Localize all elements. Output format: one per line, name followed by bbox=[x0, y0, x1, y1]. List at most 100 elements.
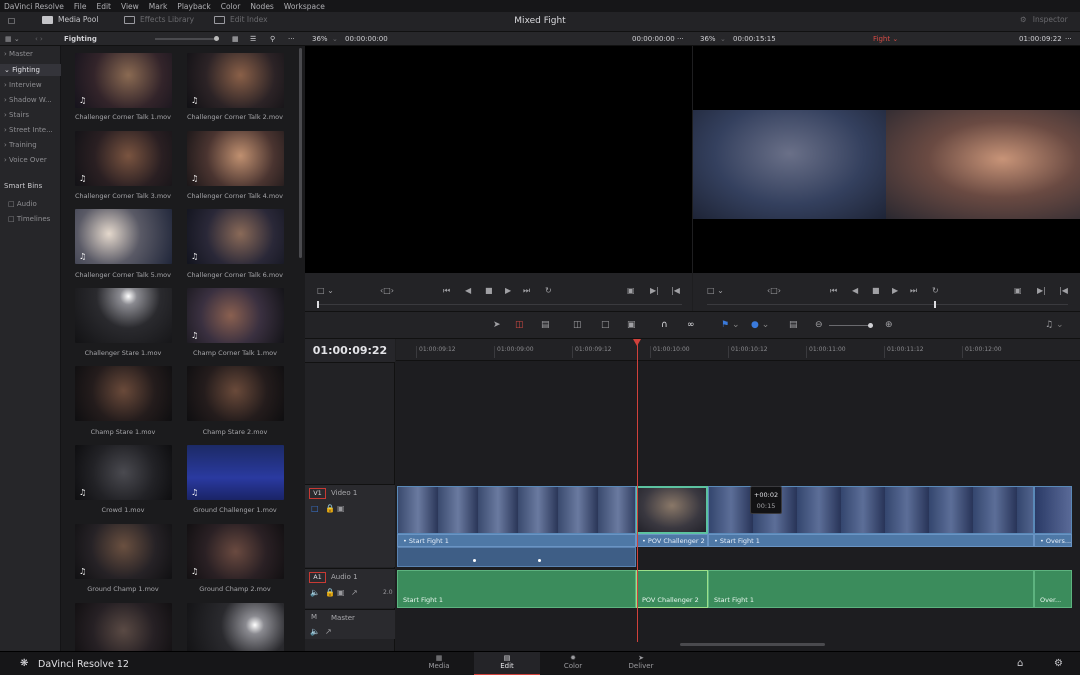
timeline-ruler[interactable]: 01:00:09:12 01:00:09:00 01:00:09:12 01:0… bbox=[396, 339, 1080, 361]
clip-thumbnail[interactable] bbox=[75, 288, 172, 343]
mark-out-icon[interactable]: |◀ bbox=[1059, 286, 1068, 295]
linked-selection-icon[interactable]: ∞ bbox=[687, 320, 695, 330]
menu-file[interactable]: File bbox=[74, 2, 87, 11]
video-clip-thumbnails[interactable] bbox=[1034, 486, 1072, 534]
timeline-viewer-playhead[interactable] bbox=[934, 301, 936, 308]
timeline-options-icon[interactable]: ··· bbox=[1065, 35, 1072, 43]
source-options-icon[interactable]: ··· bbox=[677, 35, 684, 43]
blade-tool-icon[interactable]: ▤ bbox=[541, 320, 550, 330]
timeline-view-options-icon[interactable]: ▤ bbox=[789, 320, 798, 330]
more-options-icon[interactable]: ··· bbox=[288, 35, 295, 43]
bin-stairs[interactable]: › Stairs bbox=[4, 111, 60, 119]
clip-thumbnail[interactable] bbox=[187, 366, 284, 421]
go-to-end-icon[interactable]: ⏭ bbox=[523, 286, 530, 296]
effects-library-button[interactable]: Effects Library bbox=[124, 15, 194, 24]
timeline-scrubber[interactable] bbox=[707, 304, 1068, 305]
bin-street[interactable]: › Street Inte... bbox=[4, 126, 60, 134]
slider-handle[interactable] bbox=[214, 36, 219, 41]
go-to-end-icon[interactable]: ⏭ bbox=[910, 286, 917, 296]
selection-tool-icon[interactable]: ➤ bbox=[493, 320, 501, 330]
snapping-icon[interactable]: ∩ bbox=[661, 320, 668, 330]
clip-thumbnail[interactable]: ♫ bbox=[187, 209, 284, 264]
match-frame-icon[interactable]: ‹□› bbox=[380, 286, 394, 295]
video-clip[interactable]: • Overs... bbox=[1034, 534, 1072, 547]
menu-nodes[interactable]: Nodes bbox=[250, 2, 273, 11]
track-id[interactable]: V1 bbox=[309, 488, 326, 499]
loop-icon[interactable]: ↻ bbox=[545, 286, 552, 295]
zoom-dropdown-icon[interactable]: ⌄ bbox=[720, 35, 726, 43]
play-reverse-icon[interactable]: ◀ bbox=[465, 286, 471, 295]
audio-clip[interactable]: Start Fight 1 bbox=[708, 570, 1034, 608]
grid-view-icon[interactable]: ▦ bbox=[232, 35, 239, 43]
page-deliver[interactable]: ➤ Deliver bbox=[608, 652, 674, 675]
waveform-icon[interactable]: ↗ bbox=[325, 627, 332, 636]
lock-icon[interactable]: 🔒 bbox=[325, 588, 335, 597]
keyframe[interactable] bbox=[473, 559, 476, 562]
stop-icon[interactable]: ■ bbox=[872, 286, 880, 295]
audio-clip[interactable]: POV Challenger 2 bbox=[636, 570, 708, 608]
source-zoom[interactable]: 36% bbox=[312, 35, 328, 43]
menu-app[interactable]: DaVinci Resolve bbox=[4, 2, 64, 11]
settings-gear-icon[interactable]: ⚙ bbox=[1054, 658, 1063, 669]
insert-icon[interactable]: ▣ bbox=[627, 286, 635, 295]
source-viewer[interactable] bbox=[305, 46, 692, 273]
track-id[interactable]: A1 bbox=[309, 572, 326, 583]
flag-icon[interactable]: ⚑ ⌄ bbox=[721, 320, 739, 330]
timeline-scrollbar[interactable] bbox=[680, 643, 825, 646]
page-color[interactable]: ✹ Color bbox=[540, 652, 606, 675]
menu-mark[interactable]: Mark bbox=[149, 2, 168, 11]
mark-out-icon[interactable]: |◀ bbox=[671, 286, 680, 295]
clip-thumbnail[interactable]: ♫ bbox=[187, 53, 284, 108]
menu-color[interactable]: Color bbox=[221, 2, 241, 11]
clip-thumbnail[interactable] bbox=[75, 366, 172, 421]
clip-thumbnail[interactable]: ♫ bbox=[187, 445, 284, 500]
menu-edit[interactable]: Edit bbox=[96, 2, 111, 11]
timeline-playhead[interactable] bbox=[637, 339, 638, 642]
stop-icon[interactable]: ■ bbox=[485, 286, 493, 295]
bin-shadow[interactable]: › Shadow W... bbox=[4, 96, 60, 104]
zoom-slider-handle[interactable] bbox=[868, 323, 873, 328]
bin-voice-over[interactable]: › Voice Over bbox=[4, 156, 60, 164]
clip-thumbnail[interactable]: ♫ bbox=[75, 53, 172, 108]
clip-thumbnail[interactable]: ♫ bbox=[187, 524, 284, 579]
marker-icon[interactable]: ● ⌄ bbox=[751, 320, 769, 330]
page-media[interactable]: ▦ Media bbox=[406, 652, 472, 675]
insert-icon[interactable]: ▣ bbox=[1014, 286, 1022, 295]
play-icon[interactable]: ▶ bbox=[892, 286, 898, 295]
viewer-mode-icon[interactable]: □ ⌄ bbox=[707, 286, 724, 295]
timeline-zoom-slider[interactable] bbox=[829, 325, 873, 326]
video-clip[interactable]: • Start Fight 1 bbox=[397, 534, 636, 547]
monitor-icon[interactable]: □ bbox=[311, 504, 319, 513]
menu-view[interactable]: View bbox=[121, 2, 139, 11]
auto-select-icon[interactable]: ▣ bbox=[337, 504, 345, 513]
zoom-dropdown-icon[interactable]: ⌄ bbox=[332, 35, 338, 43]
edit-index-button[interactable]: Edit Index bbox=[214, 15, 268, 24]
go-to-start-icon[interactable]: ⏮ bbox=[443, 286, 450, 296]
clip-thumbnail[interactable] bbox=[187, 603, 284, 651]
bin-master[interactable]: › Master bbox=[4, 50, 60, 58]
source-playhead[interactable] bbox=[317, 301, 319, 308]
menu-playback[interactable]: Playback bbox=[177, 2, 210, 11]
smart-bin-audio[interactable]: □ Audio bbox=[8, 200, 64, 208]
timeline-name-dropdown[interactable]: Fight ⌄ bbox=[873, 35, 898, 43]
playhead-marker-icon[interactable] bbox=[633, 339, 641, 346]
smart-bin-timelines[interactable]: □ Timelines bbox=[8, 215, 64, 223]
speaker-icon[interactable]: 🔈 bbox=[310, 627, 320, 636]
trim-tool-icon[interactable]: ◫ bbox=[515, 320, 524, 330]
video-clip[interactable]: • Start Fight 1 bbox=[708, 534, 1034, 547]
bin-list-toggle-icon[interactable]: ▦ ⌄ bbox=[5, 35, 20, 43]
clip-thumbnail[interactable]: ♫ bbox=[75, 445, 172, 500]
video-clip-thumbnails[interactable] bbox=[636, 486, 708, 534]
audio-mixer-icon[interactable]: ♫ ⌄ bbox=[1045, 320, 1063, 330]
audio-clip[interactable]: Start Fight 1 bbox=[397, 570, 636, 608]
page-edit[interactable]: ▤ Edit bbox=[474, 652, 540, 675]
overwrite-clip-icon[interactable]: □ bbox=[601, 320, 610, 330]
source-scrubber[interactable] bbox=[317, 304, 682, 305]
insert-clip-icon[interactable]: ◫ bbox=[573, 320, 582, 330]
loop-icon[interactable]: ↻ bbox=[932, 286, 939, 295]
replace-clip-icon[interactable]: ▣ bbox=[627, 320, 636, 330]
media-pool-button[interactable]: Media Pool bbox=[42, 15, 98, 24]
thumbnail-size-slider[interactable] bbox=[155, 36, 219, 41]
timeline-viewer[interactable] bbox=[693, 46, 1080, 273]
bin-interview[interactable]: › Interview bbox=[4, 81, 60, 89]
